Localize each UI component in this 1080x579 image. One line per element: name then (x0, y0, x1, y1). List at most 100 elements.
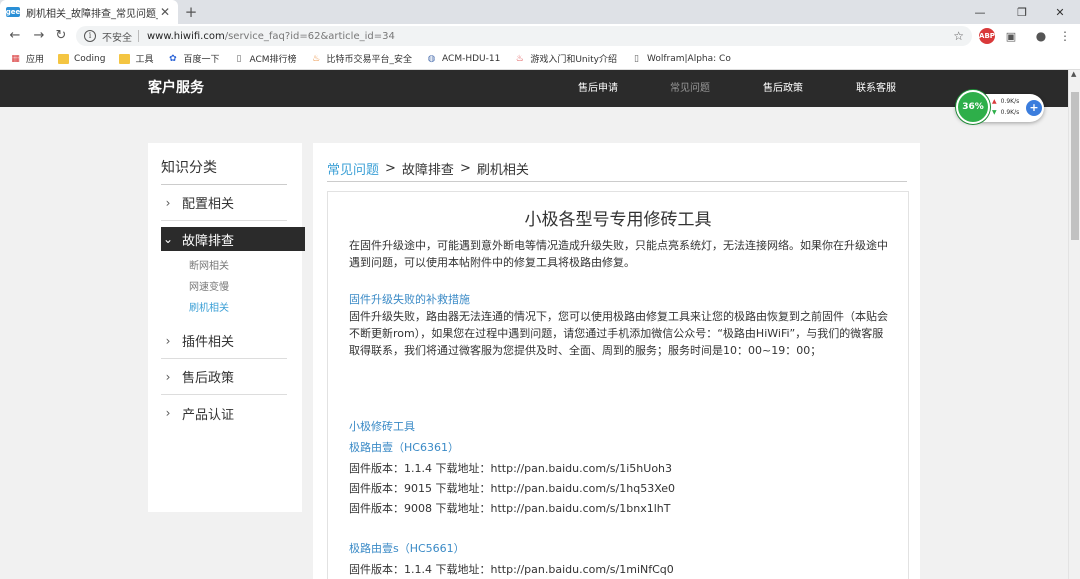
bookmark-item[interactable]: ♨ 比特币交易平台_安全 (311, 52, 412, 66)
maximize-window-icon[interactable]: ❐ (1002, 0, 1042, 24)
sidebar-title: 知识分类 (161, 160, 217, 176)
site-brand[interactable]: 客户服务 (148, 70, 204, 107)
page-icon: ▯ (634, 53, 639, 64)
bookmark-star-icon[interactable]: ☆ (953, 29, 964, 43)
folder-icon (58, 53, 70, 64)
chevron-right-icon: › (165, 406, 171, 420)
nav-faq[interactable]: 常见问题 (670, 70, 710, 107)
tab-title: 刷机相关_故障排查_常见问题_极 (26, 8, 158, 20)
browser-tab[interactable]: gee 刷机相关_故障排查_常见问题_极 ✕ (0, 0, 178, 24)
model-name: 极路由壹（HC6361） (349, 441, 459, 454)
sidebar-item-label: 配置相关 (182, 197, 235, 212)
sidebar-item-plugins[interactable]: › 插件相关 (161, 323, 287, 359)
scroll-thumb[interactable] (1071, 92, 1079, 240)
memory-gauge[interactable]: 36% (956, 90, 990, 124)
url-path: /service_faq?id=62&article_id=34 (224, 30, 395, 42)
sidebar-item-label: 故障排查 (182, 233, 235, 249)
sidebar-item-label: 插件相关 (182, 335, 235, 350)
sidebar-subitem-network[interactable]: 断网相关 (189, 257, 229, 272)
back-arrow-icon[interactable]: ← (6, 27, 24, 45)
security-label: 不安全 (102, 32, 132, 44)
sidebar-subitem-flashing[interactable]: 刷机相关 (189, 299, 229, 314)
knowledge-sidebar: 知识分类 › 配置相关 ⌄ 故障排查 断网相关 网速变慢 刷机相关 › 插件相关… (148, 143, 305, 512)
breadcrumb-troubleshooting[interactable]: 故障排查 (402, 159, 454, 178)
breadcrumb-current: 刷机相关 (476, 163, 529, 178)
tab-strip: gee 刷机相关_故障排查_常见问题_极 ✕ + — ❐ ✕ (0, 0, 1080, 24)
model-name: 极路由壹s（HC5661） (349, 542, 465, 555)
bookmark-item[interactable]: ◍ ACM-HDU-11 (426, 53, 501, 64)
sidebar-subitem-speed[interactable]: 网速变慢 (189, 278, 229, 293)
site-header: 客户服务 售后申请 常见问题 售后政策 联系客服 (0, 70, 1068, 107)
nav-after-sales-policy[interactable]: 售后政策 (763, 70, 803, 107)
profile-avatar-icon[interactable]: ● (1033, 28, 1049, 44)
breadcrumb: 常见问题 > 故障排查 > 刷机相关 (327, 159, 529, 178)
divider (327, 181, 907, 182)
chevron-right-icon: › (165, 195, 171, 210)
upload-speed: ▲ 0.9K/s (992, 98, 1019, 105)
page-icon: ▯ (236, 53, 242, 64)
article-intro: 在固件升级途中，可能遇到意外断电等情况造成升级失败，只能点亮系统灯，无法连接网络… (349, 239, 888, 269)
nav-contact-support[interactable]: 联系客服 (856, 70, 896, 107)
paw-icon: ✿ (169, 53, 177, 64)
minimize-window-icon[interactable]: — (960, 0, 1000, 24)
breadcrumb-separator: > (385, 161, 396, 176)
address-bar[interactable]: i 不安全 www.hiwifi.com /service_faq?id=62&… (76, 26, 972, 46)
extension-icon[interactable]: ▣ (1003, 28, 1019, 44)
adblock-extension-icon[interactable]: ABP (979, 28, 995, 44)
close-window-icon[interactable]: ✕ (1040, 0, 1080, 24)
menu-dots-icon[interactable]: ⋮ (1057, 28, 1073, 44)
divider (138, 30, 139, 42)
sidebar-item-config[interactable]: › 配置相关 (161, 185, 287, 221)
sidebar-item-label: 售后政策 (182, 371, 235, 386)
browser-toolbar: ← → ↻ i 不安全 www.hiwifi.com /service_faq?… (0, 24, 1080, 48)
forward-arrow-icon[interactable]: → (30, 27, 48, 45)
download-speed-value: 0.9K/s (1000, 109, 1020, 116)
speed-boost-icon[interactable]: + (1026, 100, 1042, 116)
globe-icon: ◍ (427, 53, 436, 64)
apps-grid-icon: ▦ (11, 53, 20, 64)
arrow-up-icon: ▲ (992, 98, 997, 105)
bookmark-item[interactable]: ▯ Wolfram|Alpha: Co (631, 54, 731, 64)
flame-icon: ♨ (515, 53, 524, 64)
close-tab-icon[interactable]: ✕ (158, 5, 172, 19)
download-line[interactable]: 固件版本：1.1.4 下载地址：http://pan.baidu.com/s/1… (349, 460, 672, 476)
download-line[interactable]: 固件版本：9015 下载地址：http://pan.baidu.com/s/1h… (349, 480, 675, 496)
download-line[interactable]: 固件版本：9008 下载地址：http://pan.baidu.com/s/1b… (349, 500, 670, 516)
download-speed: ▼ 0.9K/s (992, 109, 1019, 116)
bookmarks-bar: ▦ 应用 Coding 工具 ✿ 百度一下 ▯ ACM排行榜 ♨ 比特币交易平台_安全 … (0, 48, 1080, 70)
breadcrumb-faq[interactable]: 常见问题 (327, 159, 379, 178)
article-title: 小极各型号专用修砖工具 (524, 210, 712, 230)
article-box: 小极各型号专用修砖工具 在固件升级途中，可能遇到意外断电等情况造成升级失败，只能… (327, 191, 909, 579)
reload-icon[interactable]: ↻ (52, 27, 70, 45)
rescue-body: 固件升级失败，路由器无法连通的情况下，您可以使用极路由修复工具来让您的极路由恢复… (349, 310, 888, 357)
sidebar-item-after-sales[interactable]: › 售后政策 (161, 359, 287, 395)
upload-speed-value: 0.9K/s (1000, 98, 1020, 105)
sidebar-item-certification[interactable]: › 产品认证 (161, 395, 287, 431)
chevron-right-icon: › (165, 369, 171, 384)
page-scrollbar[interactable]: ▲ (1068, 70, 1080, 579)
chevron-down-icon: ⌄ (162, 232, 174, 246)
scroll-up-arrow-icon[interactable]: ▲ (1071, 70, 1076, 78)
main-content: 常见问题 > 故障排查 > 刷机相关 小极各型号专用修砖工具 在固件升级途中，可… (313, 143, 920, 579)
site-favicon-icon: gee (5, 7, 21, 17)
bookmark-item[interactable]: ▯ ACM排行榜 (233, 52, 296, 66)
download-line[interactable]: 固件版本：1.1.4 下载地址：http://pan.baidu.com/s/1… (349, 561, 674, 577)
nav-after-sales-request[interactable]: 售后申请 (578, 70, 618, 107)
network-speed-widget[interactable]: 36% ▲ 0.9K/s ▼ 0.9K/s + (956, 90, 1044, 124)
bookmark-item[interactable]: Coding (58, 53, 105, 64)
sidebar-item-troubleshooting[interactable]: ⌄ 故障排查 (161, 227, 305, 251)
new-tab-plus-icon[interactable]: + (182, 2, 200, 22)
bookmark-item[interactable]: ♨ 游戏入门和Unity介绍 (514, 52, 617, 66)
info-icon[interactable]: i (84, 30, 96, 42)
sidebar-item-label: 产品认证 (182, 407, 235, 423)
breadcrumb-separator: > (459, 161, 471, 176)
url-host: www.hiwifi.com (147, 30, 225, 42)
flame-icon: ♨ (311, 53, 321, 64)
tools-heading: 小极修砖工具 (349, 420, 415, 433)
chevron-right-icon: › (165, 333, 171, 348)
bookmark-item[interactable]: ▦ 应用 (10, 52, 44, 66)
arrow-down-icon: ▼ (992, 109, 997, 116)
folder-icon (119, 53, 131, 64)
bookmark-item[interactable]: ✿ 百度一下 (167, 52, 219, 66)
bookmark-item[interactable]: 工具 (119, 52, 153, 65)
